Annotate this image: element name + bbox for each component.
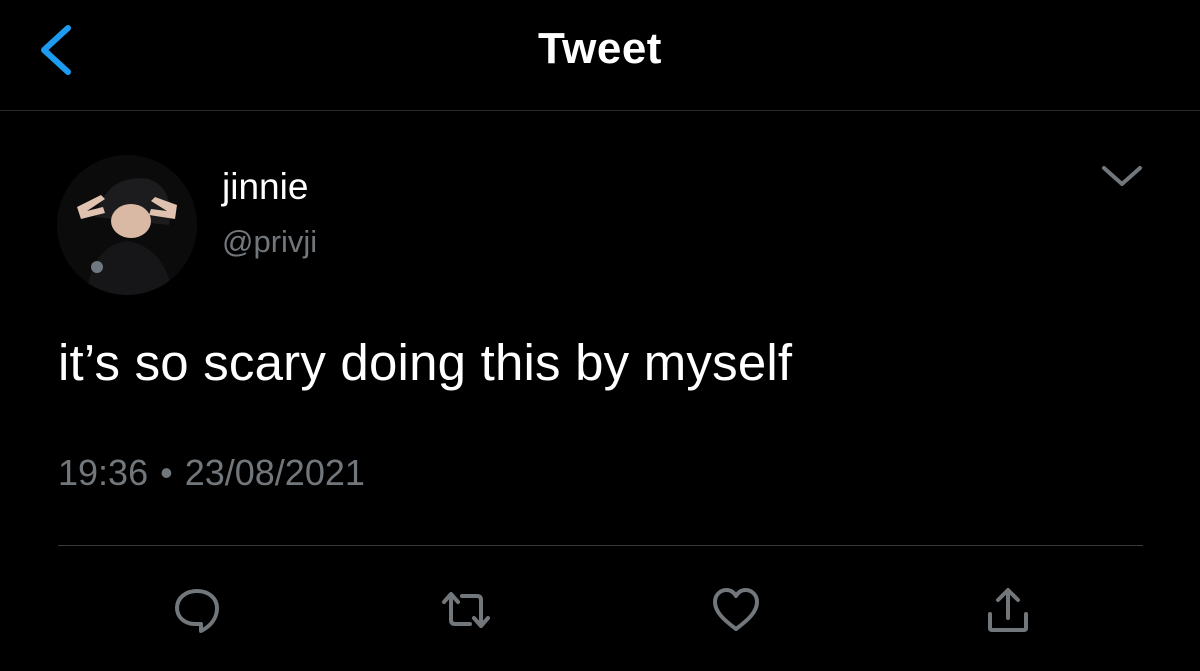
tweet-time: 19:36 [58,452,149,493]
retweet-icon [442,592,490,628]
display-name[interactable]: jinnie [222,166,308,208]
timestamp-separator: • [160,452,173,493]
reply-icon [175,589,219,633]
navigation-bar: Tweet [0,0,1200,111]
reply-button[interactable] [171,584,223,636]
share-icon [988,588,1028,632]
page-title: Tweet [538,24,662,73]
chevron-down-icon[interactable] [1098,160,1146,194]
tweet-text: it’s so scary doing this by myself [58,334,793,391]
heart-icon [713,588,759,631]
retweet-button[interactable] [440,584,492,636]
user-handle[interactable]: @privji [222,224,317,260]
like-button[interactable] [710,584,762,636]
tweet-date: 23/08/2021 [184,452,365,493]
avatar[interactable] [57,155,197,295]
tweet-timestamp[interactable]: 19:36 • 23/08/2021 [58,452,365,494]
share-button[interactable] [982,584,1034,636]
divider [58,545,1143,546]
